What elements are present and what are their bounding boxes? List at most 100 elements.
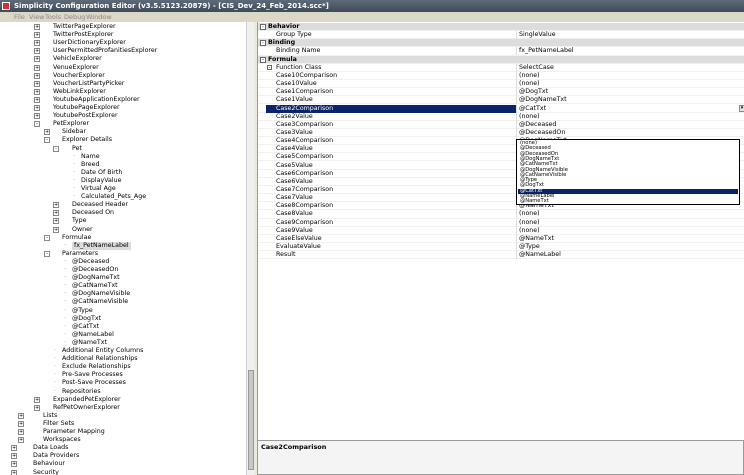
property-row[interactable]: Group Type SingleValue — [258, 31, 744, 40]
collapse-icon[interactable]: - — [44, 250, 50, 257]
tree-node[interactable]: · Virtual Age — [0, 185, 246, 193]
tree-node[interactable]: - PetExplorer — [0, 120, 246, 128]
expand-icon[interactable]: + — [53, 226, 59, 233]
property-value[interactable]: (none) — [519, 72, 540, 80]
tree-node[interactable]: · Exclude Relationships — [0, 363, 246, 371]
expand-icon[interactable]: + — [11, 461, 17, 468]
tree-node[interactable]: + TwitterPostExplorer — [0, 31, 246, 39]
dropdown-arrow-icon[interactable]: ▾ — [739, 104, 744, 112]
expand-icon[interactable]: + — [18, 420, 24, 427]
tree-node[interactable]: · @NameLabel — [0, 331, 246, 339]
tree-node[interactable]: + VenueExplorer — [0, 64, 246, 72]
tree-node[interactable]: + WebLinkExplorer — [0, 88, 246, 96]
collapse-icon[interactable]: - — [53, 145, 59, 152]
tree-node[interactable]: + VehicleExplorer — [0, 55, 246, 63]
expand-icon[interactable]: + — [34, 105, 40, 111]
collapse-icon[interactable]: - — [260, 40, 266, 47]
value-dropdown-list[interactable]: (none) @Deceased @DeceasedOn @DogNameTxt @Ca… — [516, 139, 740, 205]
tree-node[interactable]: · @CatNameVisible — [0, 298, 246, 306]
tree-node[interactable]: + Parameter Mapping — [0, 428, 246, 436]
tree-node[interactable]: + VoucherListPartyPicker — [0, 80, 246, 88]
property-value[interactable]: @NameLabel — [519, 251, 561, 259]
property-value[interactable]: SelectCase — [519, 64, 554, 72]
property-row[interactable]: - Function Class SelectCase — [258, 63, 744, 72]
expand-icon[interactable]: + — [34, 40, 40, 47]
property-value[interactable]: (none) — [519, 219, 540, 227]
expand-icon[interactable]: + — [11, 453, 17, 460]
property-row[interactable]: Case3Value @DeceasedOn — [258, 128, 744, 138]
expand-icon[interactable]: + — [11, 445, 17, 452]
menu-file[interactable]: File — [14, 12, 25, 22]
tree-node[interactable]: + ExpandedPetExplorer — [0, 396, 246, 404]
property-value[interactable]: SingleValue — [519, 31, 556, 39]
tree-node[interactable]: · Pre-Save Processes — [0, 371, 246, 379]
tree-node[interactable]: + Deceased Header — [0, 201, 246, 209]
property-value[interactable]: @Deceased — [519, 121, 556, 129]
tree-node[interactable]: · @DogTxt — [0, 315, 246, 323]
expand-icon[interactable]: + — [34, 48, 40, 55]
category-row-binding[interactable]: - Binding — [258, 39, 744, 48]
collapse-icon[interactable]: - — [34, 121, 40, 128]
tree-node[interactable]: + Type — [0, 217, 246, 225]
property-grid[interactable]: - Behavior Group Type SingleValue - Binding Bi… — [257, 22, 744, 440]
menu-tools[interactable]: Tools — [45, 12, 61, 22]
menu-view[interactable]: View — [29, 12, 44, 22]
property-row[interactable]: CaseElseValue @NameTxt — [258, 234, 744, 243]
collapse-icon[interactable]: - — [44, 137, 50, 144]
collapse-icon[interactable]: - — [44, 234, 50, 241]
property-value[interactable]: @NameTxt — [519, 235, 554, 243]
property-row[interactable]: Case1Value @DogNameTxt — [258, 96, 744, 105]
property-row[interactable]: Case8Value (none) — [258, 210, 744, 219]
tree-node[interactable]: · Name — [0, 153, 246, 161]
tree-node[interactable]: + RefPetOwnerExplorer — [0, 404, 246, 412]
expand-icon[interactable]: + — [34, 64, 40, 71]
property-value[interactable]: (none) — [519, 227, 540, 235]
tree-node[interactable]: + UserPermittedProfanitiesExplorer — [0, 47, 246, 55]
tree-node[interactable]: · @Type — [0, 307, 246, 315]
collapse-icon[interactable]: - — [260, 56, 266, 63]
property-row[interactable]: Case9Value (none) — [258, 226, 744, 235]
tree-node[interactable]: - Pet — [0, 145, 246, 153]
tree-node[interactable]: - Formulae — [0, 234, 246, 242]
tree-node[interactable]: · fx_PetNameLabel — [0, 241, 246, 250]
tree-node[interactable]: + Behaviour — [0, 460, 246, 468]
property-row[interactable]: Case3Comparison @Deceased — [258, 120, 744, 129]
property-value[interactable]: fx_PetNameLabel — [519, 47, 574, 55]
tree-node[interactable]: + TwitterPageExplorer — [0, 23, 246, 31]
expand-icon[interactable]: + — [34, 88, 40, 95]
tree-node[interactable]: · Post-Save Processes — [0, 379, 246, 387]
tree-node[interactable]: - Parameters — [0, 250, 246, 258]
scrollbar-thumb[interactable] — [248, 370, 254, 470]
tree-node[interactable]: + YoutubePostExplorer — [0, 112, 246, 120]
property-row[interactable]: Case2Comparison @CatTxt ▾ — [258, 104, 744, 113]
category-row-formula[interactable]: - Formula — [258, 55, 744, 64]
property-value[interactable]: (none) — [519, 210, 540, 218]
tree-node[interactable]: + Sidebar — [0, 128, 246, 136]
property-value[interactable]: (none) — [519, 113, 540, 121]
tree-node[interactable]: · @CatTxt — [0, 323, 246, 331]
property-row[interactable]: Case10Value (none) — [258, 80, 744, 89]
expand-icon[interactable]: + — [18, 437, 24, 444]
configuration-tree[interactable]: + TwitterPageExplorer + TwitterPostExplorer… — [0, 22, 254, 475]
property-row[interactable]: Case10Comparison (none) — [258, 71, 744, 80]
property-value[interactable]: @DeceasedOn — [519, 129, 565, 137]
tree-node[interactable]: · Additional Entity Columns — [0, 347, 246, 355]
tree-node[interactable]: · @NameTxt — [0, 339, 246, 347]
expand-icon[interactable]: + — [53, 210, 59, 217]
tree-node[interactable]: - Explorer Details — [0, 136, 246, 144]
tree-node[interactable]: + Security — [0, 469, 246, 475]
tree-node[interactable]: · Calculated_Pets_Age — [0, 193, 246, 201]
expand-icon[interactable]: + — [34, 32, 40, 39]
tree-node[interactable]: · Repositories — [0, 388, 246, 396]
expand-icon[interactable]: + — [53, 218, 59, 225]
tree-node[interactable]: + UserDictionaryExplorer — [0, 39, 246, 47]
property-value[interactable]: (none) — [519, 80, 540, 88]
tree-node[interactable]: · Date Of Birth — [0, 169, 246, 177]
property-value[interactable]: @DogNameTxt — [519, 96, 567, 104]
property-value[interactable]: @Type — [519, 243, 540, 251]
collapse-icon[interactable]: - — [267, 64, 272, 70]
expand-icon[interactable]: + — [34, 96, 40, 103]
expand-icon[interactable]: + — [34, 72, 40, 79]
category-row-behavior[interactable]: - Behavior — [258, 23, 744, 32]
expand-icon[interactable]: + — [44, 129, 50, 136]
